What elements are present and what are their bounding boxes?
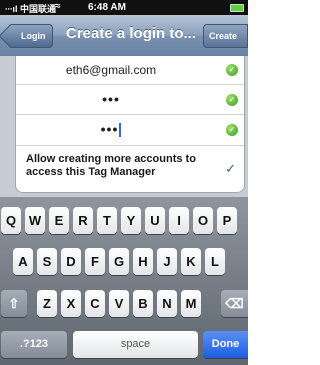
key-d[interactable]: D xyxy=(61,248,81,275)
key-s[interactable]: S xyxy=(37,248,57,275)
key-v[interactable]: V xyxy=(109,290,129,317)
login-form: eth6@gmail.com ✓ ••• ✓ ••• ✓ Allow creat… xyxy=(0,56,248,197)
keyboard: Q W E R T Y U I O P A S D F G H J K L ⇧ … xyxy=(0,197,248,365)
key-j[interactable]: J xyxy=(157,248,177,275)
key-a[interactable]: A xyxy=(13,248,33,275)
key-p[interactable]: P xyxy=(217,207,237,234)
email-field[interactable]: eth6@gmail.com ✓ xyxy=(16,56,244,85)
key-f[interactable]: F xyxy=(85,248,105,275)
email-valid-icon: ✓ xyxy=(226,64,238,76)
back-button[interactable]: Login xyxy=(8,24,53,48)
key-q[interactable]: Q xyxy=(1,207,21,234)
page-title: Create a login to... xyxy=(66,25,197,42)
key-k[interactable]: K xyxy=(181,248,201,275)
screen: ∙∙∙ıl 中国联通 ≈ 6:48 AM Login Create a logi… xyxy=(0,0,248,365)
key-z[interactable]: Z xyxy=(37,290,57,317)
wifi-icon: ≈ xyxy=(55,1,61,12)
key-b[interactable]: B xyxy=(133,290,153,317)
confirm-password-value: ••• xyxy=(100,121,119,137)
carrier-label: ∙∙∙ıl 中国联通 xyxy=(5,4,57,14)
key-n[interactable]: N xyxy=(157,290,177,317)
password-field[interactable]: ••• ✓ xyxy=(16,85,244,115)
battery-icon xyxy=(230,4,244,12)
confirm-password-field[interactable]: ••• ✓ xyxy=(16,115,244,146)
clock: 6:48 AM xyxy=(88,2,126,13)
key-r[interactable]: R xyxy=(73,207,93,234)
password-valid-icon: ✓ xyxy=(226,94,238,106)
key-g[interactable]: G xyxy=(109,248,129,275)
key-x[interactable]: X xyxy=(61,290,81,317)
key-e[interactable]: E xyxy=(49,207,69,234)
navigation-bar: Login Create a login to... Create xyxy=(0,15,248,57)
create-button[interactable]: Create xyxy=(203,24,248,48)
key-m[interactable]: M xyxy=(181,290,201,317)
back-button-label: Login xyxy=(21,31,46,41)
key-o[interactable]: O xyxy=(193,207,213,234)
done-button[interactable]: Done xyxy=(203,331,248,358)
key-w[interactable]: W xyxy=(25,207,45,234)
allow-accounts-row[interactable]: Allow creating more accounts to access t… xyxy=(16,146,244,192)
key-t[interactable]: T xyxy=(97,207,117,234)
key-l[interactable]: L xyxy=(205,248,225,275)
shift-icon[interactable]: ⇧ xyxy=(1,290,27,317)
text-cursor xyxy=(119,123,122,138)
key-c[interactable]: C xyxy=(85,290,105,317)
status-bar: ∙∙∙ıl 中国联通 ≈ 6:48 AM xyxy=(0,0,248,15)
key-h[interactable]: H xyxy=(133,248,153,275)
key-y[interactable]: Y xyxy=(121,207,141,234)
key-u[interactable]: U xyxy=(145,207,165,234)
space-key[interactable]: space xyxy=(73,331,198,358)
allow-accounts-label: Allow creating more accounts to access t… xyxy=(26,153,196,178)
checkmark-icon: ✓ xyxy=(225,161,236,176)
password-value: ••• xyxy=(102,91,120,107)
key-i[interactable]: I xyxy=(169,207,189,234)
form-group: eth6@gmail.com ✓ ••• ✓ ••• ✓ Allow creat… xyxy=(15,56,245,193)
confirm-valid-icon: ✓ xyxy=(226,124,238,136)
numbers-key[interactable]: .?123 xyxy=(1,331,67,358)
confirm-password-wrap: ••• xyxy=(16,121,206,138)
email-value: eth6@gmail.com xyxy=(65,63,157,77)
delete-icon[interactable]: ⌫ xyxy=(221,290,248,317)
